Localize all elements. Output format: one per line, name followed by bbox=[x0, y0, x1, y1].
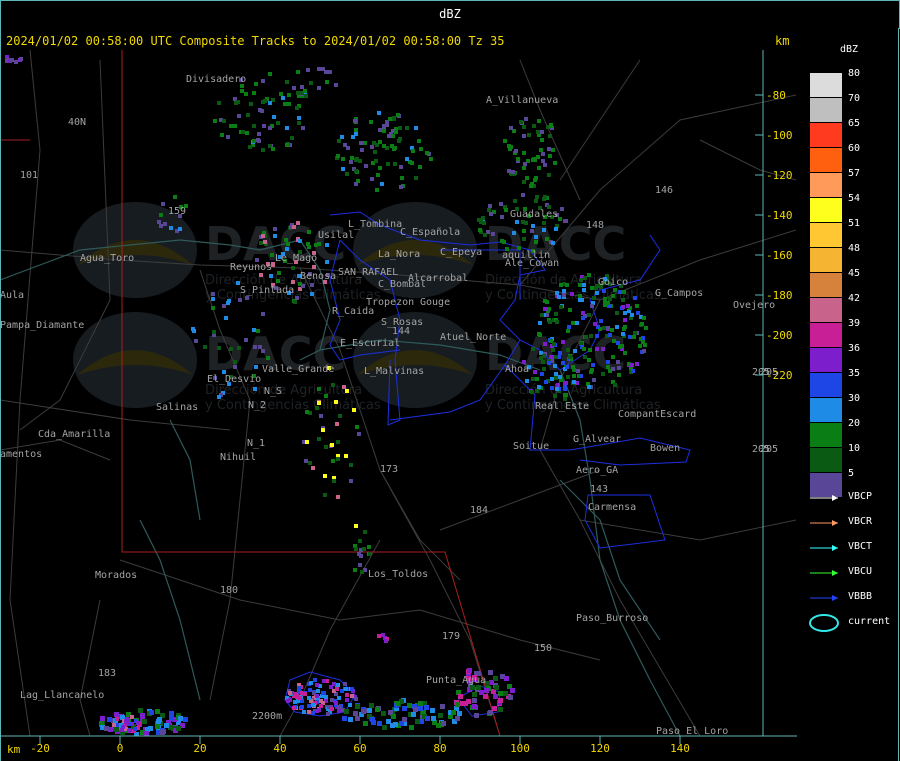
track-arrow-head bbox=[832, 570, 838, 576]
track-arrow-head bbox=[832, 545, 838, 551]
track-arrow-head bbox=[832, 520, 838, 526]
legend-track-label: VBCT bbox=[848, 541, 873, 552]
legend-track-label: VBCR bbox=[848, 516, 873, 527]
legend-track-label: VBCU bbox=[848, 566, 873, 577]
legend-track-label: VBBB bbox=[848, 591, 873, 602]
legend-track-arrows bbox=[809, 495, 839, 632]
track-arrow-head bbox=[832, 495, 838, 501]
legend-current-label: current bbox=[848, 616, 891, 627]
legend-track-label: VBCP bbox=[848, 491, 873, 502]
track-arrow-head bbox=[832, 595, 838, 601]
current-ellipse-icon bbox=[809, 614, 839, 632]
